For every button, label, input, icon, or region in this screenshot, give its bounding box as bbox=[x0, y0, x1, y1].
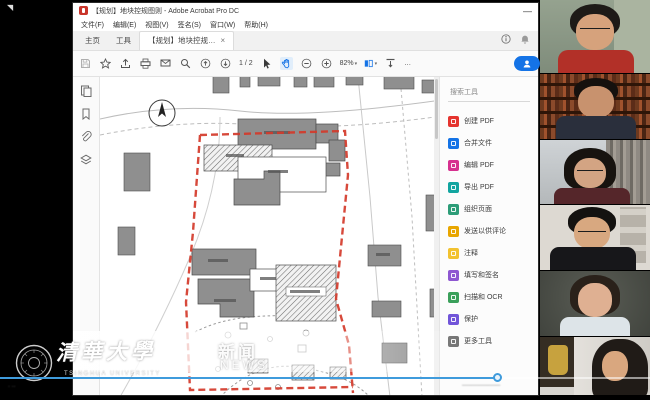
edit-pdf-icon bbox=[448, 160, 459, 171]
send-file-button[interactable] bbox=[159, 57, 172, 70]
menu-view[interactable]: 视图(V) bbox=[145, 20, 168, 30]
more-tools-button[interactable]: … bbox=[404, 60, 411, 67]
share-with-people-button[interactable] bbox=[514, 56, 540, 71]
send-for-comments-icon bbox=[448, 226, 459, 237]
tool-organize-pages[interactable]: 组织页面 bbox=[448, 198, 538, 220]
tool-combine-files[interactable]: 合并文件 bbox=[448, 132, 538, 154]
export-pdf-icon bbox=[448, 182, 459, 193]
search-tools-input[interactable]: 搜索工具 bbox=[448, 85, 530, 102]
participant-video-2[interactable] bbox=[540, 73, 650, 139]
tsinghua-calligraphy: 清華大學 bbox=[56, 335, 157, 367]
attachments-icon[interactable] bbox=[80, 131, 92, 143]
participant-video-4[interactable] bbox=[540, 204, 650, 269]
layers-icon[interactable] bbox=[80, 154, 92, 166]
bookmarks-icon[interactable] bbox=[80, 108, 92, 120]
page-layout-dropdown[interactable]: ▾ bbox=[364, 57, 377, 70]
tool-scan-ocr[interactable]: 扫描和 OCR bbox=[448, 286, 538, 308]
combine-files-icon bbox=[448, 138, 459, 149]
participant-video-5[interactable] bbox=[540, 270, 650, 336]
tool-edit-pdf[interactable]: 编辑 PDF bbox=[448, 154, 538, 176]
search-icon[interactable] bbox=[179, 57, 192, 70]
video-progress-filled[interactable] bbox=[0, 377, 497, 379]
tab-document[interactable]: 【规划】地块控规… × bbox=[139, 31, 234, 50]
tool-protect[interactable]: 保护 bbox=[448, 308, 538, 330]
notification-bell-icon[interactable] bbox=[520, 34, 530, 44]
protect-icon bbox=[448, 314, 459, 325]
stray-cursor-mark: ◥ bbox=[7, 3, 13, 12]
tool-send-for-comments[interactable]: 发送以供评论 bbox=[448, 220, 538, 242]
video-progress-handle[interactable] bbox=[493, 373, 502, 382]
tool-fill-sign[interactable]: 填写和签名 bbox=[448, 264, 538, 286]
video-progress-track[interactable] bbox=[504, 377, 650, 379]
zoom-out-button[interactable] bbox=[300, 57, 313, 70]
tab-close-icon[interactable]: × bbox=[221, 36, 226, 45]
organize-pages-icon bbox=[448, 204, 459, 215]
star-button[interactable] bbox=[99, 57, 112, 70]
window-titlebar: 【规划】地块控规图则 - Adobe Acrobat Pro DC — bbox=[73, 3, 538, 18]
menu-edit[interactable]: 编辑(E) bbox=[113, 20, 136, 30]
screen: { "pdf_app": { "title": "【规划】地块控规图则 - Ad… bbox=[0, 0, 650, 400]
account-info-icon[interactable] bbox=[501, 34, 511, 44]
tab-bar: 主页 工具 【规划】地块控规… × bbox=[73, 31, 538, 51]
page-indicator[interactable]: 1 / 2 bbox=[239, 60, 253, 67]
zoom-in-button[interactable] bbox=[320, 57, 333, 70]
news-channel-en: NEWS bbox=[220, 358, 268, 372]
fit-width-button[interactable] bbox=[384, 57, 397, 70]
menu-sign[interactable]: 签名(S) bbox=[178, 20, 201, 30]
minimize-button[interactable]: — bbox=[523, 8, 532, 14]
blurred-caption-text: ───────── bbox=[462, 383, 500, 389]
tab-home[interactable]: 主页 bbox=[77, 32, 108, 50]
fill-sign-icon bbox=[448, 270, 459, 281]
tool-export-pdf[interactable]: 导出 PDF bbox=[448, 176, 538, 198]
previous-page-button[interactable] bbox=[199, 57, 212, 70]
toolbar: 1 / 2 82%▾ ▾ … bbox=[73, 51, 538, 77]
acrobat-app-icon bbox=[79, 6, 88, 15]
page-thumbnails-icon[interactable] bbox=[80, 85, 92, 97]
participant-video-column bbox=[540, 0, 650, 400]
zoom-level-dropdown[interactable]: 82%▾ bbox=[340, 60, 358, 67]
blurred-corner-text: · ·· bbox=[8, 384, 16, 390]
chevron-down-icon: ▾ bbox=[375, 61, 378, 67]
scan-ocr-icon bbox=[448, 292, 459, 303]
tab-tools[interactable]: 工具 bbox=[108, 32, 139, 50]
menu-bar: 文件(F) 编辑(E) 视图(V) 签名(S) 窗口(W) 帮助(H) bbox=[73, 18, 538, 31]
menu-window[interactable]: 窗口(W) bbox=[210, 20, 235, 30]
window-title: 【规划】地块控规图则 - Adobe Acrobat Pro DC bbox=[92, 6, 239, 16]
print-button[interactable] bbox=[139, 57, 152, 70]
next-page-button[interactable] bbox=[219, 57, 232, 70]
save-button[interactable] bbox=[79, 57, 92, 70]
watermark-divider bbox=[201, 343, 203, 372]
participant-video-3[interactable] bbox=[540, 139, 650, 204]
tab-document-label: 【规划】地块控规… bbox=[148, 35, 216, 46]
participant-video-1[interactable] bbox=[540, 0, 650, 73]
tool-create-pdf[interactable]: 创建 PDF bbox=[448, 110, 538, 132]
menu-file[interactable]: 文件(F) bbox=[81, 20, 104, 30]
chevron-down-icon: ▾ bbox=[355, 61, 358, 67]
share-upload-button[interactable] bbox=[119, 57, 132, 70]
hand-tool-button[interactable] bbox=[280, 57, 293, 70]
tool-comment[interactable]: 注释 bbox=[448, 242, 538, 264]
select-tool-button[interactable] bbox=[260, 57, 273, 70]
jar-prop bbox=[548, 345, 568, 375]
menu-help[interactable]: 帮助(H) bbox=[244, 20, 268, 30]
participant-video-6[interactable] bbox=[540, 336, 650, 400]
create-pdf-icon bbox=[448, 116, 459, 127]
zoom-level-value: 82% bbox=[340, 60, 354, 67]
comment-icon bbox=[448, 248, 459, 259]
